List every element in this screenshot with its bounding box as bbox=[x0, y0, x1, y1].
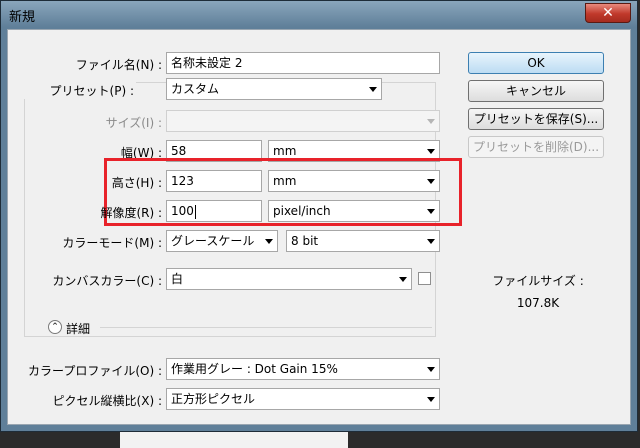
canvas-color-value: 白 bbox=[171, 272, 184, 286]
profile-value: 作業用グレー : Dot Gain 15% bbox=[171, 362, 338, 376]
triangle-down-icon bbox=[427, 239, 435, 244]
profile-label: カラープロファイル(O) : bbox=[28, 364, 162, 378]
advanced-label[interactable]: 詳細 bbox=[66, 320, 90, 337]
triangle-down-icon bbox=[369, 87, 377, 92]
preset-label: プリセット(P) : bbox=[24, 82, 136, 99]
size-select[interactable] bbox=[166, 110, 440, 132]
pixel-aspect-label: ピクセル縦横比(X) : bbox=[52, 394, 162, 408]
resolution-input[interactable]: 100 bbox=[166, 200, 262, 222]
triangle-down-icon bbox=[399, 277, 407, 282]
close-icon: ✕ bbox=[602, 5, 614, 21]
dialog-body: ファイル名(N) : 名称未設定 2 プリセット(P) : カスタム サイズ(I… bbox=[7, 29, 631, 425]
name-input[interactable]: 名称未設定 2 bbox=[166, 52, 440, 74]
bit-depth-value: 8 bit bbox=[291, 234, 319, 248]
triangle-down-icon bbox=[427, 149, 435, 154]
triangle-down-icon bbox=[427, 119, 435, 124]
pixel-aspect-value: 正方形ピクセル bbox=[171, 392, 256, 406]
triangle-down-icon bbox=[427, 209, 435, 214]
width-unit-value: mm bbox=[273, 144, 297, 158]
dialog-title: 新規 bbox=[9, 10, 36, 25]
triangle-down-icon bbox=[265, 239, 273, 244]
bit-depth-select[interactable]: 8 bit bbox=[286, 230, 440, 252]
resolution-value: 100 bbox=[171, 204, 194, 218]
advanced-divider bbox=[100, 327, 432, 328]
chevron-up-double-icon[interactable]: ⌃ bbox=[48, 320, 62, 334]
name-label: ファイル名(N) : bbox=[75, 58, 162, 72]
save-preset-button[interactable]: プリセットを保存(S)... bbox=[468, 108, 604, 130]
canvas-color-select[interactable]: 白 bbox=[166, 268, 412, 290]
pixel-aspect-select[interactable]: 正方形ピクセル bbox=[166, 388, 440, 410]
size-label: サイズ(I) : bbox=[105, 116, 162, 130]
preset-value: カスタム bbox=[171, 82, 220, 96]
color-mode-select[interactable]: グレースケール bbox=[166, 230, 278, 252]
delete-preset-button[interactable]: プリセットを削除(D)... bbox=[468, 136, 604, 158]
color-mode-value: グレースケール bbox=[171, 234, 255, 248]
ok-button[interactable]: OK bbox=[468, 52, 604, 74]
file-size-label: ファイルサイズ : bbox=[492, 274, 584, 288]
triangle-down-icon bbox=[427, 397, 435, 402]
profile-select[interactable]: 作業用グレー : Dot Gain 15% bbox=[166, 358, 440, 380]
file-size-value: 107.8K bbox=[516, 296, 560, 310]
text-caret bbox=[194, 204, 196, 219]
new-document-dialog: 新規 ✕ ファイル名(N) : 名称未設定 2 プリセット(P) : カスタム … bbox=[0, 0, 638, 432]
color-mode-label: カラーモード(M) : bbox=[62, 236, 162, 250]
triangle-down-icon bbox=[427, 367, 435, 372]
preset-select[interactable]: カスタム bbox=[166, 78, 382, 100]
resolution-unit-value: pixel/inch bbox=[273, 204, 331, 218]
close-button[interactable]: ✕ bbox=[585, 3, 631, 23]
canvas-color-swatch[interactable] bbox=[418, 272, 431, 285]
title-bar[interactable]: 新規 ✕ bbox=[1, 1, 637, 27]
resolution-unit-select[interactable]: pixel/inch bbox=[268, 200, 440, 222]
canvas-color-label: カンバスカラー(C) : bbox=[52, 274, 162, 288]
resolution-label: 解像度(R) : bbox=[100, 206, 162, 220]
cancel-button[interactable]: キャンセル bbox=[468, 80, 604, 102]
